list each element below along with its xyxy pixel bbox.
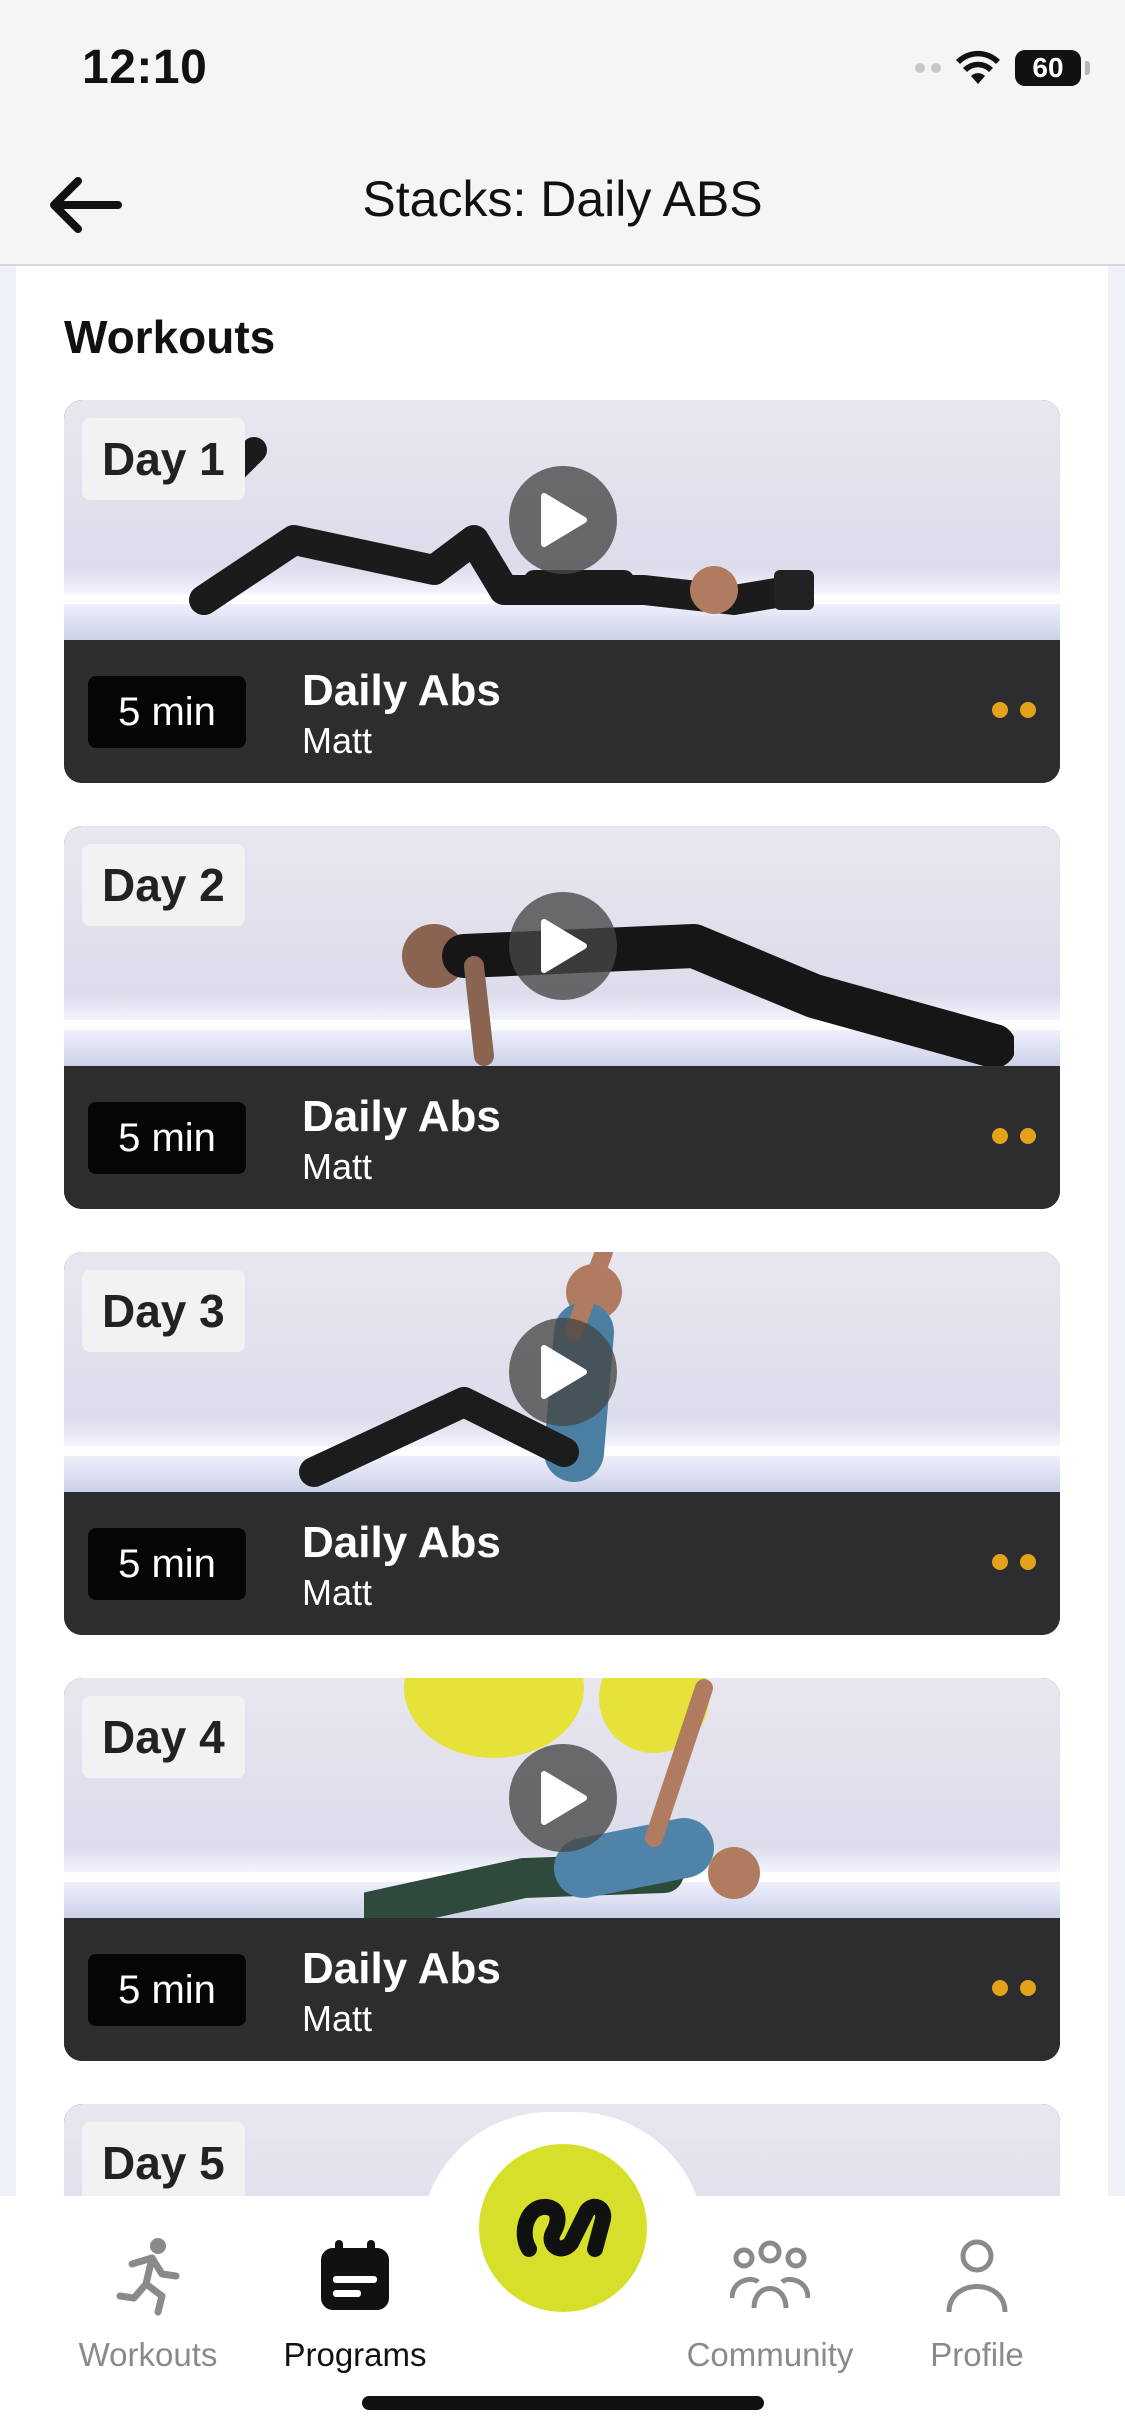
home-indicator: [362, 2396, 764, 2410]
workout-thumbnail: Day 1: [64, 400, 1060, 640]
workout-card[interactable]: Day 1 5 min Daily Abs Matt: [64, 400, 1060, 783]
play-button[interactable]: [509, 466, 617, 574]
person-icon: [946, 2239, 1008, 2313]
more-options-icon[interactable]: [992, 1554, 1036, 1570]
day-badge: Day 1: [82, 418, 245, 500]
status-bar: 12:10 60: [0, 0, 1125, 140]
home-logo-button[interactable]: [479, 2144, 647, 2312]
app-logo-icon: [516, 2198, 612, 2257]
workout-info: 5 min Daily Abs Matt: [64, 1066, 1060, 1209]
status-time: 12:10: [82, 41, 208, 94]
duration-badge: 5 min: [88, 1528, 246, 1600]
people-icon: [730, 2240, 810, 2309]
tab-label: Programs: [283, 2336, 427, 2373]
cellular-signal-icon: [915, 63, 941, 73]
more-options-icon[interactable]: [992, 702, 1036, 718]
tab-label: Community: [686, 2336, 854, 2373]
tab-programs[interactable]: Programs: [255, 2234, 455, 2374]
more-options-icon[interactable]: [992, 1980, 1036, 1996]
page-title: Stacks: Daily ABS: [362, 171, 763, 227]
workouts-panel: Workouts Day 1 5 min Daily Abs Matt Day …: [16, 266, 1108, 2200]
play-icon: [541, 919, 587, 973]
play-icon: [541, 1771, 587, 1825]
tab-community[interactable]: Community: [670, 2234, 870, 2374]
workout-info: 5 min Daily Abs Matt: [64, 1918, 1060, 2061]
day-badge: Day 4: [82, 1696, 245, 1778]
running-person-icon: [116, 2238, 180, 2316]
tab-label: Profile: [930, 2336, 1024, 2373]
workout-thumbnail: Day 3: [64, 1252, 1060, 1492]
play-button[interactable]: [509, 1318, 617, 1426]
section-title: Workouts: [64, 311, 276, 363]
calendar-icon: [321, 2240, 389, 2310]
coach-name: Matt: [302, 720, 373, 761]
play-icon: [541, 493, 587, 547]
workout-card[interactable]: Day 4 5 min Daily Abs Matt: [64, 1678, 1060, 2061]
tab-profile[interactable]: Profile: [877, 2234, 1077, 2374]
workout-title: Daily Abs: [302, 1944, 501, 1993]
workout-info: 5 min Daily Abs Matt: [64, 1492, 1060, 1635]
play-button[interactable]: [509, 892, 617, 1000]
workout-card[interactable]: Day 2 5 min Daily Abs Matt: [64, 826, 1060, 1209]
duration-badge: 5 min: [88, 676, 246, 748]
more-options-icon[interactable]: [992, 1128, 1036, 1144]
play-icon: [541, 1345, 587, 1399]
day-badge: Day 2: [82, 844, 245, 926]
nav-bar: Stacks: Daily ABS: [0, 140, 1125, 266]
workout-card[interactable]: Day 3 5 min Daily Abs Matt: [64, 1252, 1060, 1635]
play-button[interactable]: [509, 1744, 617, 1852]
status-icons: 60: [915, 46, 1090, 90]
exercise-figure: [402, 924, 1014, 1066]
tab-workouts[interactable]: Workouts: [48, 2234, 248, 2374]
day-badge: Day 5: [82, 2122, 245, 2200]
workout-title: Daily Abs: [302, 1092, 501, 1141]
workout-title: Daily Abs: [302, 1518, 501, 1567]
exercise-figure: [299, 1252, 622, 1487]
day-badge: Day 3: [82, 1270, 245, 1352]
wifi-icon: [956, 50, 1000, 84]
workout-title: Daily Abs: [302, 666, 501, 715]
coach-name: Matt: [302, 1572, 373, 1613]
coach-name: Matt: [302, 1998, 373, 2039]
workout-thumbnail: Day 4: [64, 1678, 1060, 1918]
tab-label: Workouts: [78, 2336, 218, 2373]
duration-badge: 5 min: [88, 1102, 246, 1174]
coach-name: Matt: [302, 1146, 373, 1187]
battery-indicator: 60: [1015, 50, 1090, 86]
workout-thumbnail: Day 2: [64, 826, 1060, 1066]
workout-info: 5 min Daily Abs Matt: [64, 640, 1060, 783]
duration-badge: 5 min: [88, 1954, 246, 2026]
